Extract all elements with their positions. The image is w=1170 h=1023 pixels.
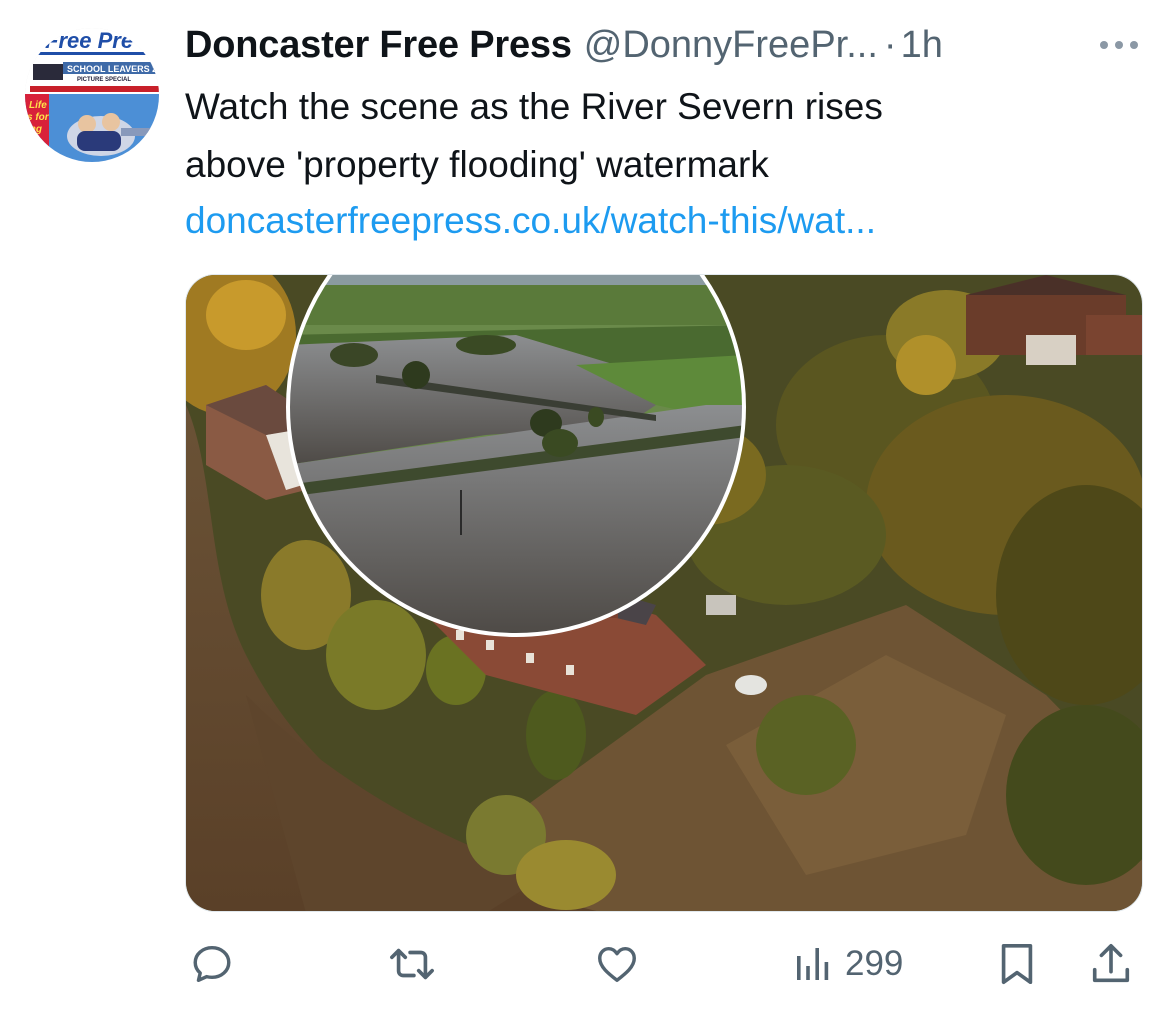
avatar-banner: SCHOOL LEAVERS 20 — [67, 64, 159, 74]
more-dot — [1115, 41, 1123, 49]
retweet-button[interactable] — [387, 936, 437, 992]
avatar-subtitle: PICTURE SPECIAL — [77, 77, 131, 83]
views-count: 299 — [845, 944, 904, 983]
views-button[interactable]: 299 — [793, 936, 903, 992]
bookmark-icon — [1001, 943, 1033, 985]
more-dot — [1130, 41, 1138, 49]
avatar-side-2: s for — [27, 112, 50, 123]
author-avatar[interactable]: Free Pre SCHOOL LEAVERS 20 PICTURE SPECI… — [25, 28, 159, 162]
tweet-text-line: above 'property flooding' watermark — [185, 144, 769, 185]
flood-aerial-photo — [186, 275, 1142, 911]
bookmark-button[interactable] — [997, 936, 1037, 992]
share-button[interactable] — [1089, 936, 1133, 992]
tweet-header: Doncaster Free Press @DonnyFreePr... · 1… — [185, 22, 943, 68]
author-handle[interactable]: @DonnyFreePr... — [584, 22, 878, 68]
avatar-masthead: Free Pre — [45, 28, 133, 53]
like-button[interactable] — [593, 936, 641, 992]
tweet-link[interactable]: doncasterfreepress.co.uk/watch-this/wat.… — [185, 192, 876, 250]
tweet-actions: 299 — [185, 936, 1143, 992]
heart-icon — [598, 946, 636, 983]
tweet-text: Watch the scene as the River Severn rise… — [185, 78, 1125, 194]
header-separator: · — [883, 24, 897, 66]
author-display-name[interactable]: Doncaster Free Press — [185, 22, 572, 68]
retweet-icon — [390, 948, 434, 980]
reply-button[interactable] — [189, 936, 235, 992]
reply-icon — [193, 945, 231, 983]
share-icon — [1092, 943, 1130, 983]
more-options-button[interactable] — [1100, 30, 1138, 60]
views-chart-icon — [797, 948, 829, 980]
tweet-timestamp[interactable]: 1h — [901, 22, 943, 68]
newspaper-avatar-icon: Free Pre SCHOOL LEAVERS 20 PICTURE SPECI… — [25, 28, 159, 162]
avatar-side-1: Life — [29, 100, 47, 111]
tweet-text-line: Watch the scene as the River Severn rise… — [185, 86, 883, 127]
more-horizontal-icon — [1100, 41, 1108, 49]
tweet: Free Pre SCHOOL LEAVERS 20 PICTURE SPECI… — [0, 0, 1170, 1023]
tweet-media[interactable] — [185, 274, 1143, 912]
avatar-side-3: ing — [27, 124, 42, 135]
